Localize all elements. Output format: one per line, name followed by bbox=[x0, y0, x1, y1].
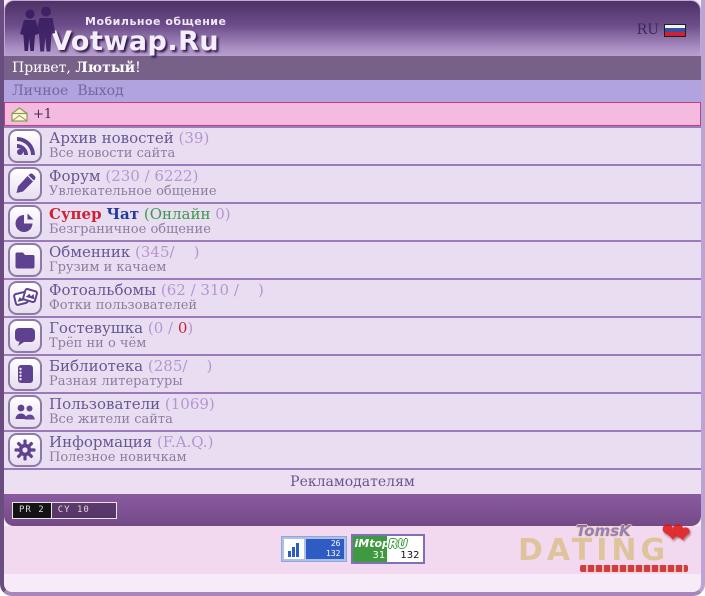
imtop-brand-left: iMtop bbox=[354, 537, 390, 550]
menu-subtitle: Безграничное общение bbox=[49, 222, 211, 238]
russian-flag-icon bbox=[664, 23, 686, 37]
site-header: Мобильное общение Votwap.Ru RU bbox=[4, 0, 701, 56]
hearts-icon: ❤❤ bbox=[661, 516, 693, 550]
rss-icon bbox=[8, 129, 42, 163]
menu-link[interactable]: Форум bbox=[49, 167, 101, 185]
menu-link[interactable]: Обменник bbox=[49, 243, 130, 261]
pie-chart-icon bbox=[8, 205, 42, 239]
citation-index-value: CY 10 bbox=[51, 502, 116, 518]
menu-item-photo-albums[interactable]: Фотоальбомы (62 / 310 / ) Фотки пользова… bbox=[4, 280, 701, 318]
advertisers-link[interactable]: Рекламодателям bbox=[4, 470, 701, 494]
gear-icon bbox=[8, 433, 42, 467]
menu-item-library[interactable]: Библиотека (285/ ) Разная литературы bbox=[4, 356, 701, 394]
bar-chart-icon bbox=[283, 539, 304, 559]
menu-count: (62 / 310 / ) bbox=[160, 280, 264, 299]
imtop-brand-right: RU bbox=[388, 537, 408, 551]
speech-bubble-icon bbox=[8, 319, 42, 353]
new-message-alert[interactable]: +1 bbox=[4, 102, 701, 126]
greeting-prefix: Привет, bbox=[12, 60, 76, 76]
language-switcher[interactable]: RU bbox=[637, 22, 686, 38]
language-label: RU bbox=[636, 22, 659, 38]
menu-link[interactable]: Гостевушка bbox=[49, 319, 143, 337]
menu-item-information[interactable]: Информация (F.A.Q.) Полезное новичкам bbox=[4, 432, 701, 470]
main-menu: Архив новостей (39) Все новости сайта Фо… bbox=[4, 126, 701, 470]
site-logo[interactable]: Мобильное общение Votwap.Ru bbox=[17, 5, 226, 55]
counter-today: 26 bbox=[330, 539, 341, 548]
imtop-counter-badge[interactable]: iMtop RU 31 132 bbox=[350, 534, 425, 564]
dating-watermark: TomsK DATING ❤❤ bbox=[518, 516, 693, 574]
watermark-red-strip bbox=[580, 565, 688, 572]
menu-link[interactable]: Супер Чат bbox=[49, 205, 139, 223]
menu-subtitle: Фотки пользователей bbox=[49, 298, 198, 314]
menu-link[interactable]: Информация bbox=[49, 433, 152, 451]
votwap-page: Мобильное общение Votwap.Ru RU Привет, Л… bbox=[0, 0, 705, 596]
watermark-dating-label: DATING bbox=[518, 533, 670, 568]
menu-link[interactable]: Архив новостей bbox=[49, 129, 174, 147]
pagerank-value: PR 2 bbox=[13, 502, 52, 518]
nav-link-personal[interactable]: Личное bbox=[12, 83, 68, 99]
menu-link[interactable]: Пользователи bbox=[49, 395, 160, 413]
counter-total: 132 bbox=[326, 549, 341, 558]
menu-link[interactable]: Библиотека bbox=[49, 357, 143, 375]
people-silhouettes-icon bbox=[17, 6, 65, 57]
menu-count: (345/ ) bbox=[135, 242, 200, 261]
imtop-right-value: 132 bbox=[400, 550, 420, 561]
menu-subtitle: Грузим и качаем bbox=[49, 260, 167, 276]
seo-rank-badge[interactable]: PR 2 CY 10 bbox=[12, 501, 117, 519]
menu-subtitle: Увлекательное общение bbox=[49, 184, 217, 200]
open-envelope-icon bbox=[10, 106, 29, 122]
photos-icon bbox=[8, 281, 42, 315]
menu-item-users[interactable]: Пользователи (1069) Все жители сайта bbox=[4, 394, 701, 432]
site-name: Votwap.Ru bbox=[51, 26, 220, 57]
greeting-suffix: ! bbox=[135, 60, 141, 76]
folder-icon bbox=[8, 243, 42, 277]
menu-count: (285/ ) bbox=[147, 356, 213, 375]
menu-link[interactable]: Фотоальбомы bbox=[49, 281, 156, 299]
online-label: (Онлайн bbox=[143, 204, 211, 223]
new-message-count: +1 bbox=[33, 106, 53, 122]
menu-subtitle: Разная литературы bbox=[49, 374, 183, 390]
pencil-icon bbox=[8, 167, 42, 201]
menu-count: (39) bbox=[178, 128, 210, 147]
menu-subtitle: Все жители сайта bbox=[49, 412, 173, 428]
user-nav: Личное Выход bbox=[4, 80, 701, 102]
menu-item-guestbook[interactable]: Гостевушка (0 / 0) Трёп ни о чём bbox=[4, 318, 701, 356]
menu-count: (230 / 6222) bbox=[105, 166, 199, 185]
menu-count-pre: (0 / bbox=[147, 318, 174, 337]
menu-item-file-exchange[interactable]: Обменник (345/ ) Грузим и качаем bbox=[4, 242, 701, 280]
menu-item-news-archive[interactable]: Архив новостей (39) Все новости сайта bbox=[4, 128, 701, 166]
menu-count: (1069) bbox=[164, 394, 215, 413]
menu-subtitle: Полезное новичкам bbox=[49, 450, 187, 466]
book-icon bbox=[8, 357, 42, 391]
greeting-bar: Привет, Лютый! bbox=[4, 56, 701, 80]
users-icon bbox=[8, 395, 42, 429]
menu-item-super-chat[interactable]: Супер Чат (Онлайн 0) Безграничное общени… bbox=[4, 204, 701, 242]
menu-count-new: 0 bbox=[177, 318, 188, 337]
online-count: 0) bbox=[215, 204, 231, 223]
menu-subtitle: Все новости сайта bbox=[49, 146, 176, 162]
imtop-left-value: 31 bbox=[372, 550, 386, 561]
menu-count-post: ) bbox=[187, 318, 194, 337]
stats-counter-badge[interactable]: 26 132 bbox=[280, 536, 347, 562]
nav-link-logout[interactable]: Выход bbox=[77, 83, 123, 99]
greeting-username: Лютый bbox=[75, 60, 136, 76]
menu-item-forum[interactable]: Форум (230 / 6222) Увлекательное общение bbox=[4, 166, 701, 204]
page-footer: 26 132 iMtop RU 31 132 TomsK DATING ❤❤ bbox=[4, 516, 701, 574]
menu-count: (F.A.Q.) bbox=[156, 432, 214, 451]
menu-subtitle: Трёп ни о чём bbox=[49, 336, 147, 352]
